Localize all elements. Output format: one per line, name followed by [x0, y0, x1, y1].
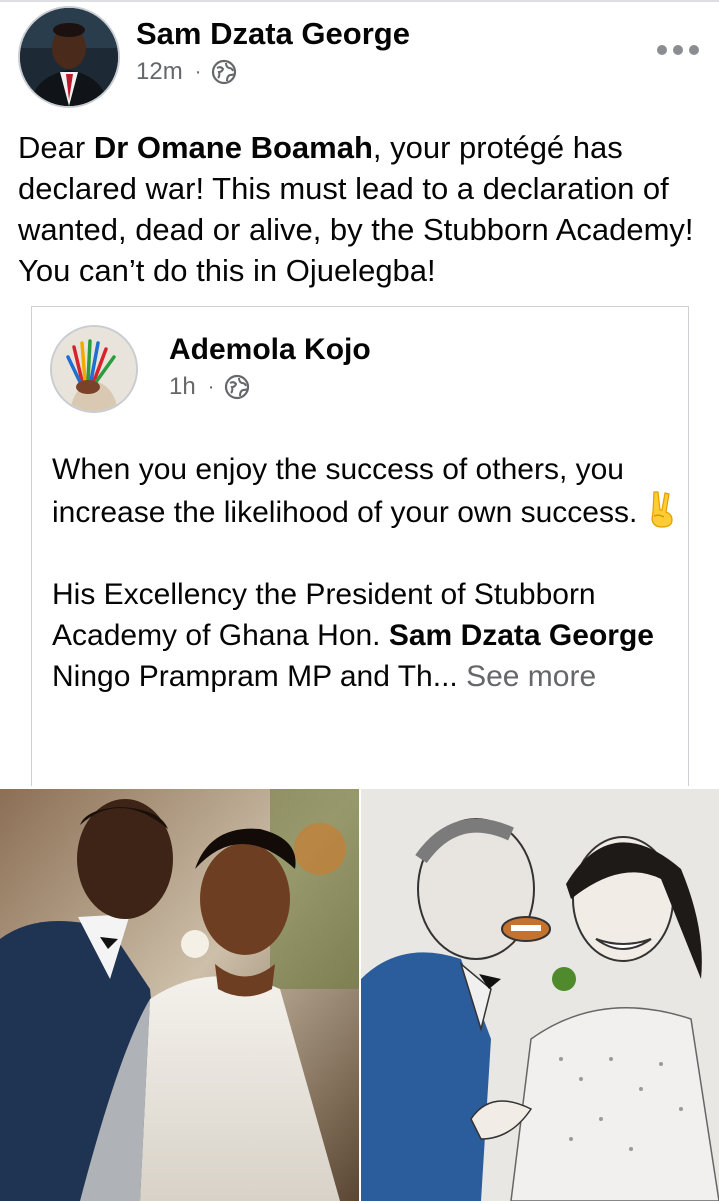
- more-options-button[interactable]: [656, 30, 700, 64]
- author-name[interactable]: Sam Dzata George: [136, 16, 410, 52]
- shared-post-text: When you enjoy the success of others, yo…: [52, 449, 682, 697]
- shared-text-mention[interactable]: Sam Dzata George: [389, 619, 654, 652]
- shared-post-meta: 1h ·: [169, 373, 250, 401]
- shared-author-avatar[interactable]: [50, 325, 138, 413]
- post-text-start: Dear: [18, 130, 94, 165]
- see-more-link[interactable]: See more: [466, 660, 596, 693]
- shared-paragraph-2: His Excellency the President of Stubborn…: [52, 578, 654, 693]
- author-avatar[interactable]: [18, 6, 120, 108]
- more-horizontal-icon: [657, 45, 699, 55]
- post-text: Dear Dr Omane Boamah, your protégé has d…: [18, 127, 708, 291]
- victory-hand-icon: [645, 490, 679, 528]
- post-text-mention[interactable]: Dr Omane Boamah: [94, 130, 373, 165]
- shared-post-time[interactable]: 1h: [169, 373, 196, 401]
- wedding-cartoon-drawing[interactable]: [361, 789, 719, 1201]
- shared-paragraph-1: When you enjoy the success of others, yo…: [52, 449, 682, 533]
- shared-post-card[interactable]: Ademola Kojo 1h · When you enjoy the suc…: [31, 306, 689, 786]
- post-time[interactable]: 12m: [136, 58, 183, 86]
- top-divider: [0, 0, 719, 2]
- shared-author-name[interactable]: Ademola Kojo: [169, 333, 371, 367]
- globe-icon: [224, 374, 250, 400]
- meta-separator: ·: [207, 375, 215, 398]
- post-header: Sam Dzata George 12m ·: [18, 6, 708, 110]
- meta-separator: ·: [194, 60, 202, 83]
- wedding-photo[interactable]: [0, 789, 359, 1201]
- post-meta: 12m ·: [136, 58, 237, 86]
- globe-icon: [211, 59, 237, 85]
